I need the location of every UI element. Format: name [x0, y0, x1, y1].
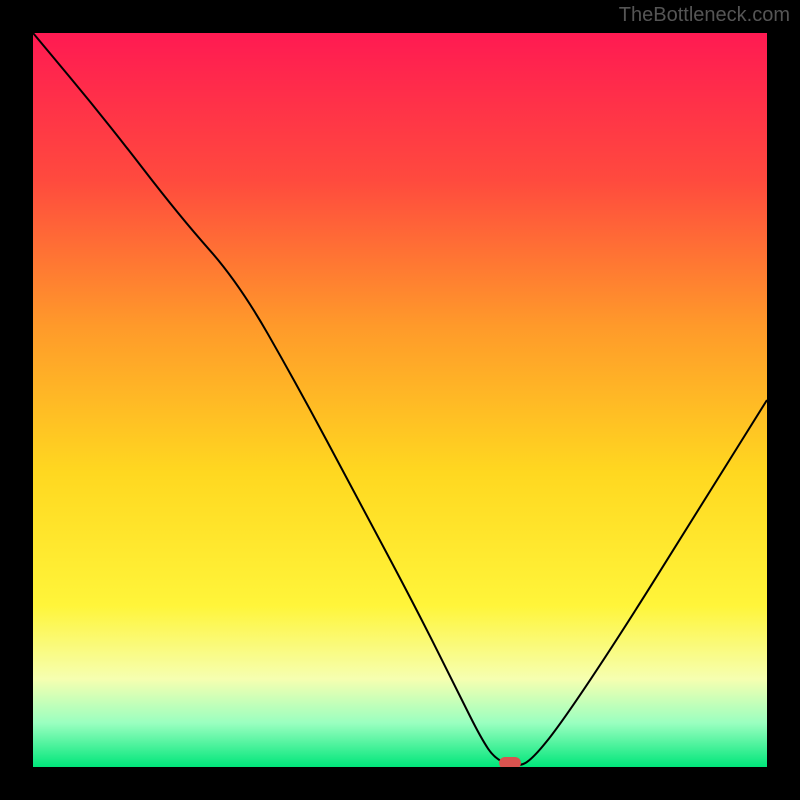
- plot-area: [33, 33, 767, 767]
- watermark-label: TheBottleneck.com: [619, 4, 790, 27]
- optimal-marker: [499, 757, 521, 767]
- bottleneck-curve: [33, 33, 767, 767]
